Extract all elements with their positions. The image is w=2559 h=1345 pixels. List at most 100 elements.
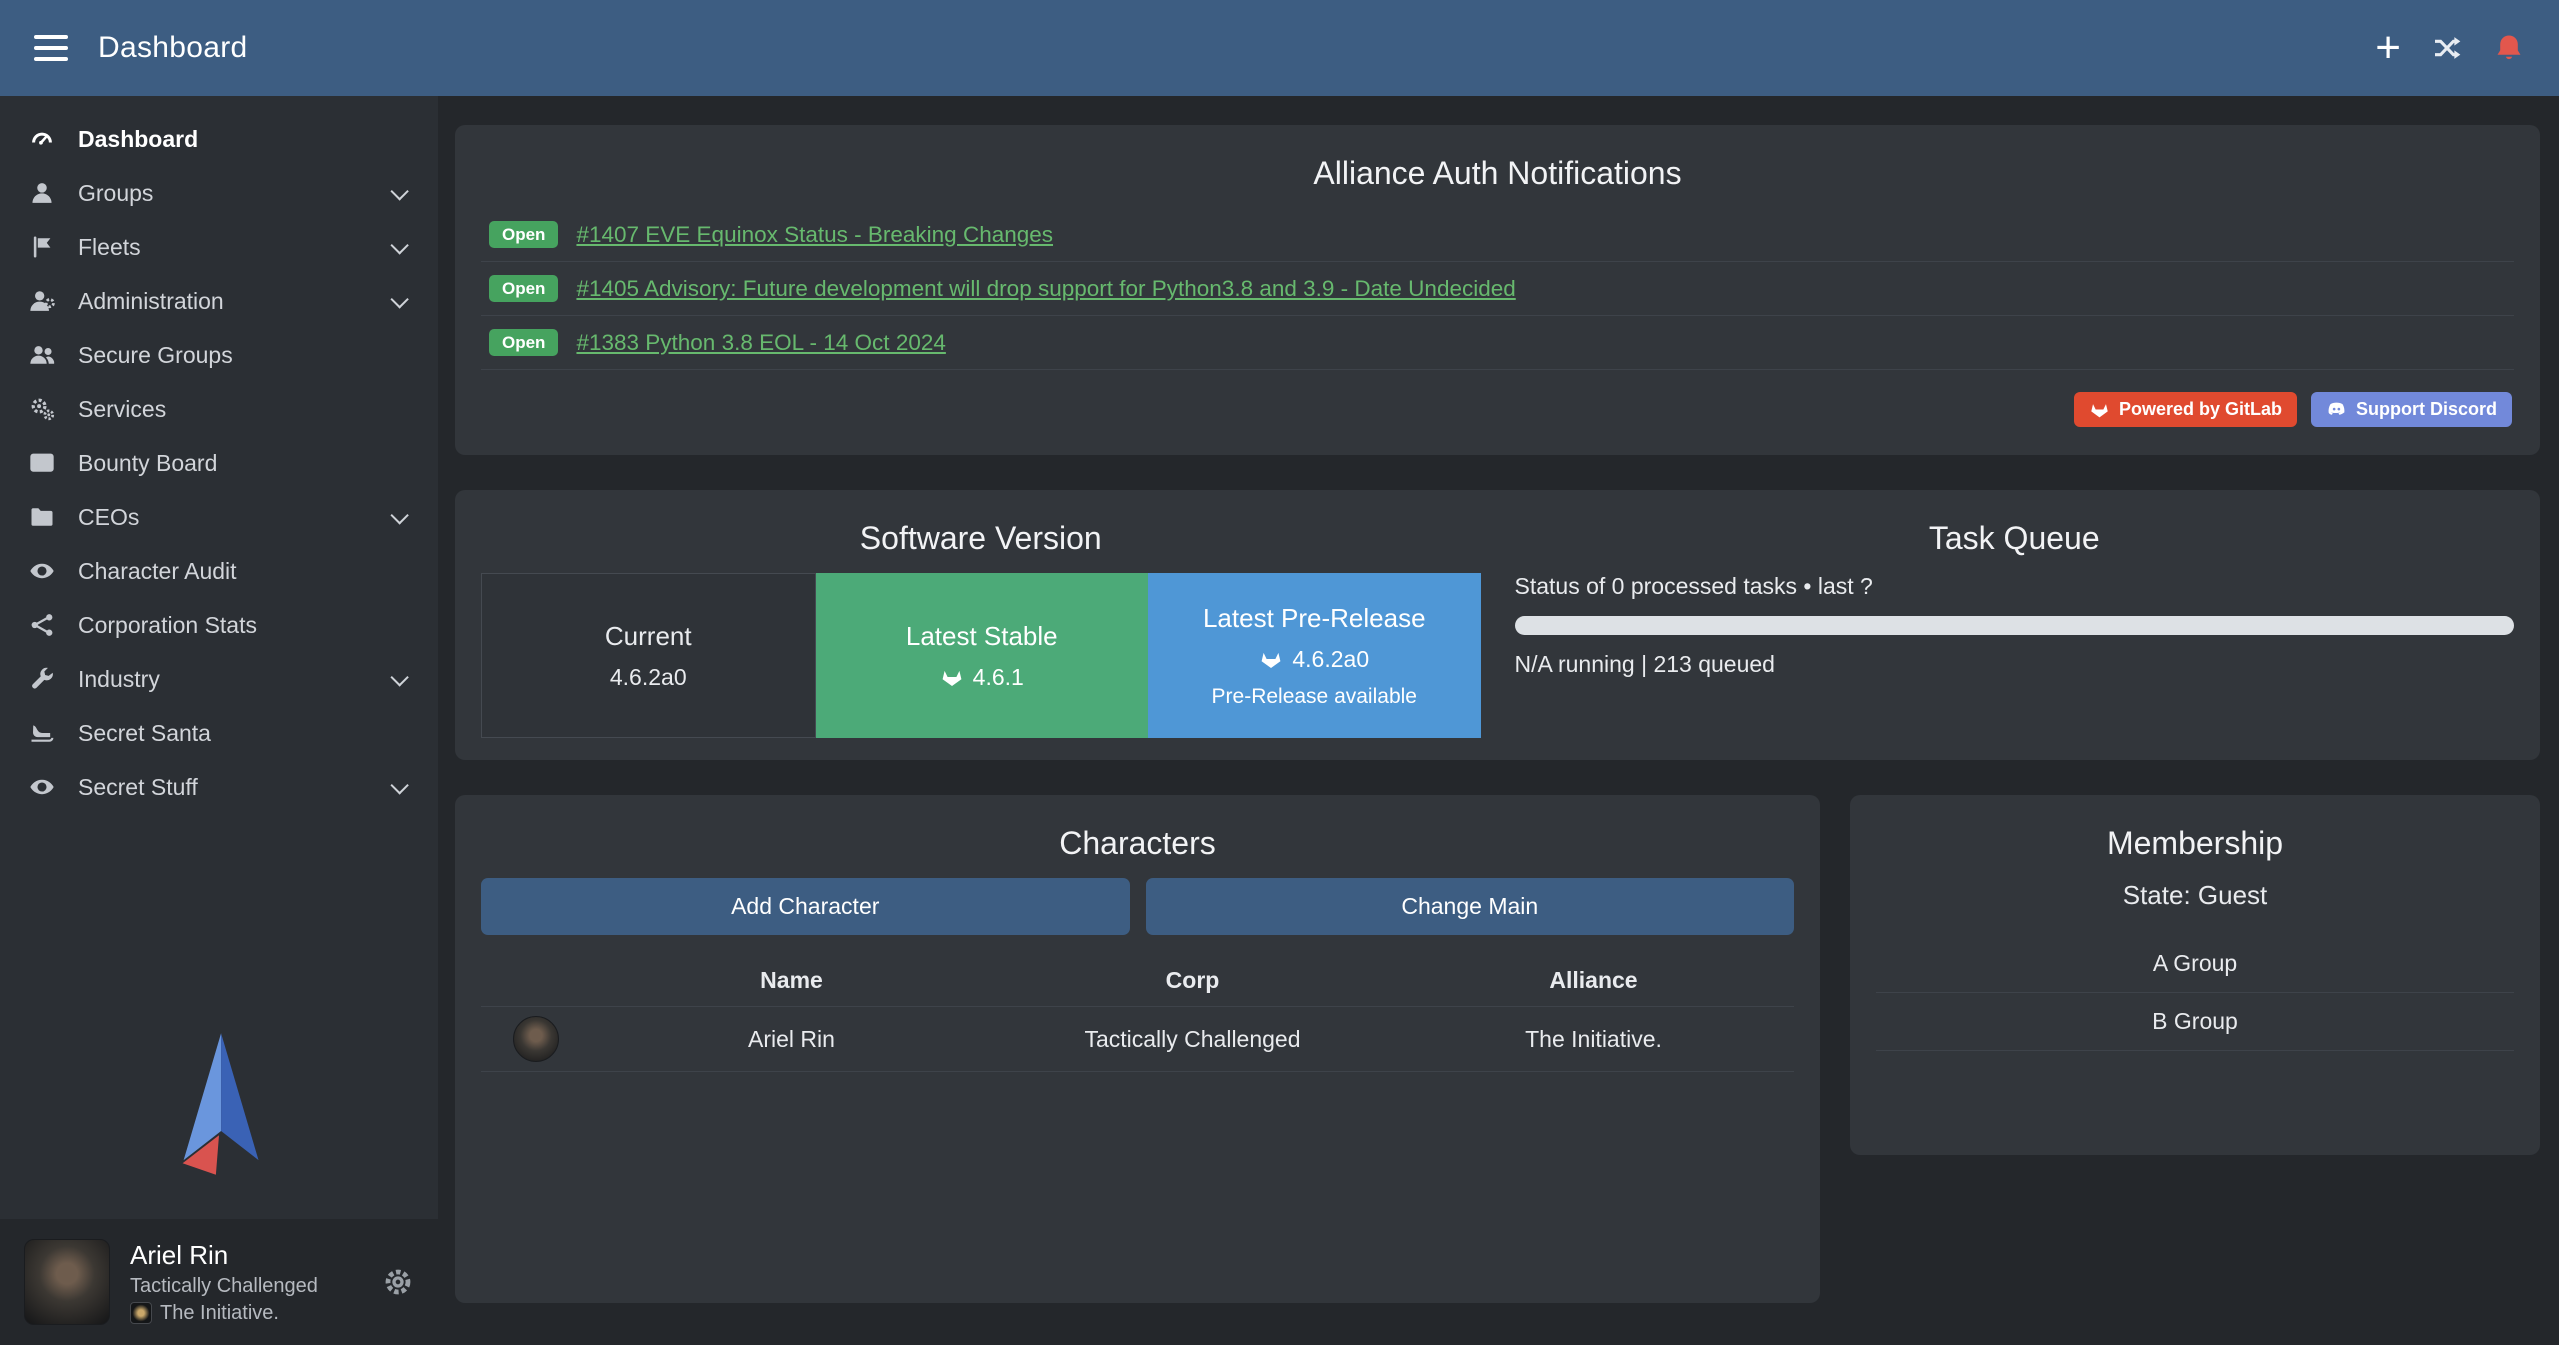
sidebar-item-secret-stuff[interactable]: Secret Stuff <box>0 760 438 814</box>
sidebar-item-secret-santa[interactable]: Secret Santa <box>0 706 438 760</box>
list-item: A Group <box>1876 935 2514 993</box>
membership-state: State: Guest <box>1876 880 2514 911</box>
prerelease-label: Latest Pre-Release <box>1203 603 1426 634</box>
character-name-cell: Ariel Rin <box>591 1026 992 1053</box>
task-queue-summary: N/A running | 213 queued <box>1515 651 2515 678</box>
user-icon <box>28 179 56 207</box>
sidebar-item-industry[interactable]: Industry <box>0 652 438 706</box>
sidebar-item-label: Administration <box>78 288 224 315</box>
user-card: Ariel Rin Tactically Challenged The Init… <box>0 1219 438 1345</box>
software-prerelease-cell: Latest Pre-Release 4.6.2a0 Pre-Release a… <box>1148 573 1481 738</box>
sidebar-item-groups[interactable]: Groups <box>0 166 438 220</box>
task-queue-section: Task Queue Status of 0 processed tasks •… <box>1515 512 2515 738</box>
stable-version: 4.6.1 <box>973 664 1024 691</box>
notification-link[interactable]: #1407 EVE Equinox Status - Breaking Chan… <box>576 222 1053 248</box>
user-corporation: Tactically Challenged <box>130 1275 318 1298</box>
notification-link[interactable]: #1405 Advisory: Future development will … <box>576 276 1515 302</box>
sidebar-item-label: Groups <box>78 180 153 207</box>
notification-row: Open #1383 Python 3.8 EOL - 14 Oct 2024 <box>481 316 2514 370</box>
notification-row: Open #1407 EVE Equinox Status - Breaking… <box>481 208 2514 262</box>
task-queue-status: Status of 0 processed tasks • last ? <box>1515 573 2515 600</box>
users-icon <box>28 341 56 369</box>
prerelease-note: Pre-Release available <box>1212 685 1417 709</box>
sidebar-item-label: Dashboard <box>78 126 198 153</box>
sidebar-item-ceos[interactable]: CEOs <box>0 490 438 544</box>
hamburger-menu-icon[interactable] <box>34 35 68 61</box>
eye-icon <box>28 773 56 801</box>
eye-icon <box>28 557 56 585</box>
current-version: 4.6.2a0 <box>610 664 687 691</box>
chevron-down-icon <box>390 236 408 254</box>
task-queue-title: Task Queue <box>1515 520 2515 557</box>
sidebar-item-administration[interactable]: Administration <box>0 274 438 328</box>
sidebar-item-label: Secure Groups <box>78 342 233 369</box>
characters-table: Name Corp Alliance Ariel Rin Tactically … <box>481 955 1794 1072</box>
status-badge: Open <box>489 221 558 248</box>
gitlab-fox-icon <box>1259 647 1283 671</box>
sidebar-item-fleets[interactable]: Fleets <box>0 220 438 274</box>
software-current-cell: Current 4.6.2a0 <box>481 573 816 738</box>
sidebar-item-label: Services <box>78 396 166 423</box>
membership-title: Membership <box>1876 825 2514 862</box>
gears-icon <box>28 395 56 423</box>
sidebar-item-label: Bounty Board <box>78 450 217 477</box>
support-discord-badge[interactable]: Support Discord <box>2311 392 2512 427</box>
share-icon <box>28 611 56 639</box>
discord-badge-label: Support Discord <box>2356 399 2497 420</box>
software-stable-cell: Latest Stable 4.6.1 <box>816 573 1149 738</box>
membership-panel: Membership State: Guest A Group B Group <box>1850 795 2540 1155</box>
gauge-icon <box>28 125 56 153</box>
user-gear-icon <box>28 287 56 315</box>
column-header-name: Name <box>591 967 992 994</box>
sidebar: Dashboard Groups Fleets Administration S… <box>0 96 438 1345</box>
user-name: Ariel Rin <box>130 1240 318 1271</box>
flag-icon <box>28 233 56 261</box>
sidebar-item-dashboard[interactable]: Dashboard <box>0 112 438 166</box>
sidebar-item-character-audit[interactable]: Character Audit <box>0 544 438 598</box>
software-version-section: Software Version Current 4.6.2a0 Latest … <box>481 512 1481 738</box>
sidebar-item-label: Character Audit <box>78 558 237 585</box>
sidebar-item-bounty-board[interactable]: Bounty Board <box>0 436 438 490</box>
sidebar-item-secure-groups[interactable]: Secure Groups <box>0 328 438 382</box>
stable-label: Latest Stable <box>906 621 1058 652</box>
notification-link[interactable]: #1383 Python 3.8 EOL - 14 Oct 2024 <box>576 330 945 356</box>
notifications-panel: Alliance Auth Notifications Open #1407 E… <box>455 125 2540 455</box>
software-version-title: Software Version <box>481 520 1481 557</box>
status-badge: Open <box>489 275 558 302</box>
alliance-auth-logo <box>0 1031 438 1219</box>
current-label: Current <box>605 621 692 652</box>
software-taskqueue-panel: Software Version Current 4.6.2a0 Latest … <box>455 490 2540 760</box>
powered-by-gitlab-badge[interactable]: Powered by GitLab <box>2074 392 2297 427</box>
characters-table-header: Name Corp Alliance <box>481 955 1794 1007</box>
sidebar-item-label: Secret Santa <box>78 720 211 747</box>
chevron-down-icon <box>390 290 408 308</box>
sidebar-item-label: Secret Stuff <box>78 774 198 801</box>
gitlab-badge-label: Powered by GitLab <box>2119 399 2282 420</box>
character-corp-cell: Tactically Challenged <box>992 1026 1393 1053</box>
sidebar-item-corporation-stats[interactable]: Corporation Stats <box>0 598 438 652</box>
change-main-button[interactable]: Change Main <box>1146 878 1795 935</box>
notifications-bell-icon[interactable] <box>2493 32 2525 64</box>
board-icon <box>28 449 56 477</box>
column-header-corp: Corp <box>992 967 1393 994</box>
character-portrait-avatar <box>513 1016 559 1062</box>
notifications-title: Alliance Auth Notifications <box>481 155 2514 192</box>
sidebar-item-label: Industry <box>78 666 160 693</box>
shuffle-icon[interactable] <box>2431 32 2463 64</box>
settings-gear-icon[interactable] <box>382 1266 414 1298</box>
sleigh-icon <box>28 719 56 747</box>
list-item: B Group <box>1876 993 2514 1051</box>
wrench-icon <box>28 665 56 693</box>
user-alliance: The Initiative. <box>130 1302 318 1325</box>
alliance-logo-icon <box>130 1302 152 1324</box>
add-character-button[interactable]: Add Character <box>481 878 1130 935</box>
character-alliance-cell: The Initiative. <box>1393 1026 1794 1053</box>
sidebar-item-label: Corporation Stats <box>78 612 257 639</box>
characters-title: Characters <box>481 825 1794 862</box>
discord-icon <box>2326 399 2347 420</box>
characters-panel: Characters Add Character Change Main Nam… <box>455 795 1820 1303</box>
chevron-down-icon <box>390 506 408 524</box>
add-icon[interactable]: + <box>2375 32 2401 64</box>
sidebar-item-services[interactable]: Services <box>0 382 438 436</box>
user-avatar <box>24 1239 110 1325</box>
